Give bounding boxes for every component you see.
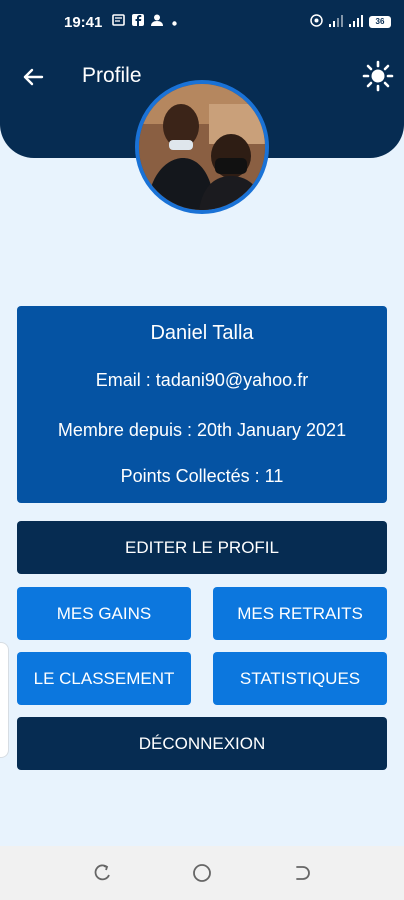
profile-member-since: Membre depuis : 20th January 2021: [57, 420, 347, 440]
dot-icon: [172, 14, 177, 29]
my-gains-button[interactable]: MES GAINS: [17, 587, 191, 640]
facebook-icon: [132, 14, 144, 29]
logout-button[interactable]: DÉCONNEXION: [17, 717, 387, 770]
status-bar: 19:41 36: [0, 8, 404, 38]
back-nav-icon: [296, 866, 310, 880]
home-button[interactable]: [191, 862, 213, 884]
back-nav-button[interactable]: [290, 862, 312, 884]
profile-name: Daniel Talla: [150, 322, 254, 344]
ranking-button[interactable]: LE CLASSEMENT: [17, 652, 191, 705]
message-icon: [112, 14, 125, 29]
status-time: 19:41: [64, 14, 103, 31]
page-title: Profile: [82, 64, 142, 87]
edit-profile-button[interactable]: EDITER LE PROFIL: [17, 521, 387, 574]
recents-button[interactable]: [92, 862, 114, 884]
home-icon: [193, 864, 211, 882]
profile-points: Points Collectés : 11: [120, 466, 284, 486]
back-button[interactable]: [18, 62, 48, 92]
signal-icon: [329, 14, 343, 30]
statistics-button[interactable]: STATISTIQUES: [213, 652, 387, 705]
profile-email: Email : tadani90@yahoo.fr: [95, 370, 309, 390]
arrow-left-icon: [23, 68, 44, 86]
wifi-icon: [349, 14, 363, 30]
my-withdrawals-button[interactable]: MES RETRAITS: [213, 587, 387, 640]
profile-card: Daniel Talla Email : tadani90@yahoo.fr M…: [17, 306, 387, 503]
recents-icon: [94, 864, 110, 881]
battery-icon: 36: [369, 16, 391, 28]
sun-icon: [362, 60, 394, 92]
theme-toggle-button[interactable]: [362, 60, 394, 92]
person-icon: [151, 14, 165, 29]
hotspot-icon: [310, 14, 323, 30]
edge-panel-handle[interactable]: [0, 642, 9, 758]
system-nav-bar: [0, 846, 404, 900]
avatar: [135, 80, 269, 214]
